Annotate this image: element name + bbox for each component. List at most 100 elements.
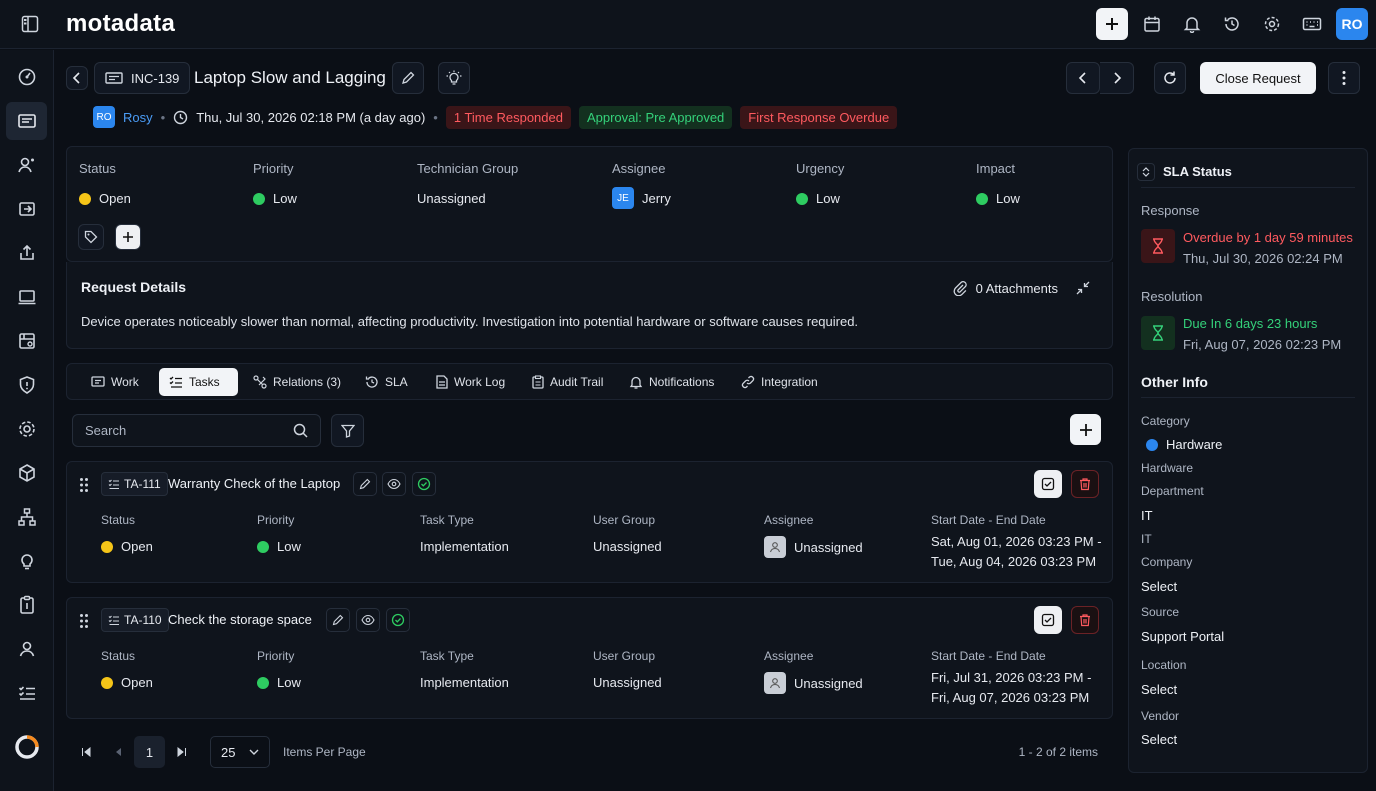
add-task-button[interactable] [1070, 414, 1101, 445]
expand-panel-icon[interactable] [1137, 163, 1155, 181]
impact-field[interactable]: Low [976, 191, 1020, 206]
suggestion-button[interactable] [438, 62, 470, 94]
tab-work-log[interactable]: Work Log [426, 368, 515, 396]
gear-icon[interactable] [1256, 8, 1288, 40]
back-button[interactable] [66, 66, 88, 90]
location-value[interactable]: Select [1141, 682, 1177, 697]
contract-icon[interactable] [6, 586, 47, 624]
tasks-icon[interactable] [6, 674, 47, 712]
history-icon[interactable] [1216, 8, 1248, 40]
drag-handle-icon[interactable] [79, 477, 89, 493]
per-page-select[interactable]: 25 [210, 736, 270, 768]
close-request-button[interactable]: Close Request [1200, 62, 1316, 94]
delete-task-button[interactable] [1071, 606, 1099, 634]
bell-icon[interactable] [1176, 8, 1208, 40]
tab-tasks[interactable]: Tasks [159, 368, 238, 396]
priority-field[interactable]: Low [253, 191, 297, 206]
last-page-icon[interactable] [172, 736, 192, 768]
more-options-button[interactable] [1328, 62, 1360, 94]
paperclip-icon [953, 281, 967, 296]
edit-task-button[interactable] [353, 472, 377, 496]
first-page-icon[interactable] [76, 736, 96, 768]
previous-request-button[interactable] [1066, 62, 1100, 94]
technician-group-field[interactable]: Unassigned [417, 191, 486, 206]
attachments-link[interactable]: 0 Attachments [952, 280, 1090, 296]
next-request-button[interactable] [1100, 62, 1134, 94]
create-plus-icon[interactable] [1096, 8, 1128, 40]
release-icon[interactable] [6, 234, 47, 272]
task-assignee[interactable]: Unassigned [764, 672, 863, 694]
dashboard-icon[interactable] [6, 58, 47, 96]
users-icon[interactable] [6, 146, 47, 184]
edit-title-button[interactable] [392, 62, 424, 94]
motadata-logo-icon[interactable] [6, 728, 47, 766]
complete-task-button[interactable] [412, 472, 436, 496]
tab-sla[interactable]: SLA [355, 368, 418, 396]
view-task-button[interactable] [382, 472, 406, 496]
asset-icon[interactable] [6, 278, 47, 316]
tab-integration[interactable]: Integration [731, 368, 828, 396]
task-user-group[interactable]: Unassigned [593, 539, 662, 554]
search-input[interactable] [85, 423, 285, 438]
topology-icon[interactable] [6, 498, 47, 536]
security-icon[interactable] [6, 366, 47, 404]
calendar-icon[interactable] [1136, 8, 1168, 40]
task-end-date[interactable]: Fri, Aug 07, 2026 03:23 PM [931, 690, 1089, 705]
location-label: Location [1141, 658, 1187, 672]
urgency-field[interactable]: Low [796, 191, 840, 206]
settings-icon[interactable] [6, 410, 47, 448]
requester-name[interactable]: Rosy [123, 110, 153, 125]
vendor-value[interactable]: Select [1141, 732, 1177, 747]
sidebar-toggle-icon[interactable] [0, 0, 60, 49]
task-assignee[interactable]: Unassigned [764, 536, 863, 558]
filter-button[interactable] [331, 414, 364, 447]
category-value[interactable]: Hardware [1146, 437, 1222, 452]
task-priority[interactable]: Low [257, 675, 301, 690]
company-value[interactable]: Select [1141, 579, 1177, 594]
task-start-date[interactable]: Sat, Aug 01, 2026 03:23 PM - [931, 534, 1102, 549]
view-task-button[interactable] [356, 608, 380, 632]
search-icon[interactable] [293, 423, 308, 438]
catalog-icon[interactable] [6, 322, 47, 360]
tab-relations[interactable]: Relations (3) [243, 368, 351, 396]
collapse-icon[interactable] [1076, 281, 1090, 295]
user-avatar[interactable]: RO [1336, 8, 1368, 40]
tab-audit-trail[interactable]: Audit Trail [522, 368, 613, 396]
tab-work[interactable]: Work [81, 368, 149, 396]
contacts-icon[interactable] [6, 630, 47, 668]
department-value[interactable]: IT [1141, 508, 1153, 523]
assignee-field[interactable]: JE Jerry [612, 187, 671, 209]
task-user-group[interactable]: Unassigned [593, 675, 662, 690]
mark-task-button[interactable] [1034, 606, 1062, 634]
change-icon[interactable] [6, 190, 47, 228]
delete-task-button[interactable] [1071, 470, 1099, 498]
complete-task-button[interactable] [386, 608, 410, 632]
task-type[interactable]: Implementation [420, 675, 509, 690]
cmdb-icon[interactable] [6, 454, 47, 492]
page-number-button[interactable]: 1 [134, 736, 165, 768]
request-icon[interactable] [6, 102, 47, 140]
task-status[interactable]: Open [101, 539, 153, 554]
task-end-date[interactable]: Tue, Aug 04, 2026 03:23 PM [931, 554, 1096, 569]
user-avatar-icon [764, 536, 786, 558]
edit-task-button[interactable] [326, 608, 350, 632]
task-type[interactable]: Implementation [420, 539, 509, 554]
task-status[interactable]: Open [101, 675, 153, 690]
task-start-date[interactable]: Fri, Jul 31, 2026 03:23 PM - [931, 670, 1091, 685]
idea-icon[interactable] [6, 542, 47, 580]
status-field[interactable]: Open [79, 191, 131, 206]
prev-page-icon[interactable] [108, 736, 128, 768]
tag-button[interactable] [78, 224, 104, 250]
task-priority[interactable]: Low [257, 539, 301, 554]
keyboard-icon[interactable] [1296, 8, 1328, 40]
task-title[interactable]: Warranty Check of the Laptop [168, 476, 340, 491]
mark-task-button[interactable] [1034, 470, 1062, 498]
task-title[interactable]: Check the storage space [168, 612, 312, 627]
drag-handle-icon[interactable] [79, 613, 89, 629]
app-logo[interactable]: motadata [66, 10, 175, 38]
source-value[interactable]: Support Portal [1141, 629, 1224, 644]
refresh-button[interactable] [1154, 62, 1186, 94]
it-label: IT [1141, 532, 1152, 546]
tab-notifications[interactable]: Notifications [619, 368, 724, 396]
add-tag-button[interactable] [115, 224, 141, 250]
